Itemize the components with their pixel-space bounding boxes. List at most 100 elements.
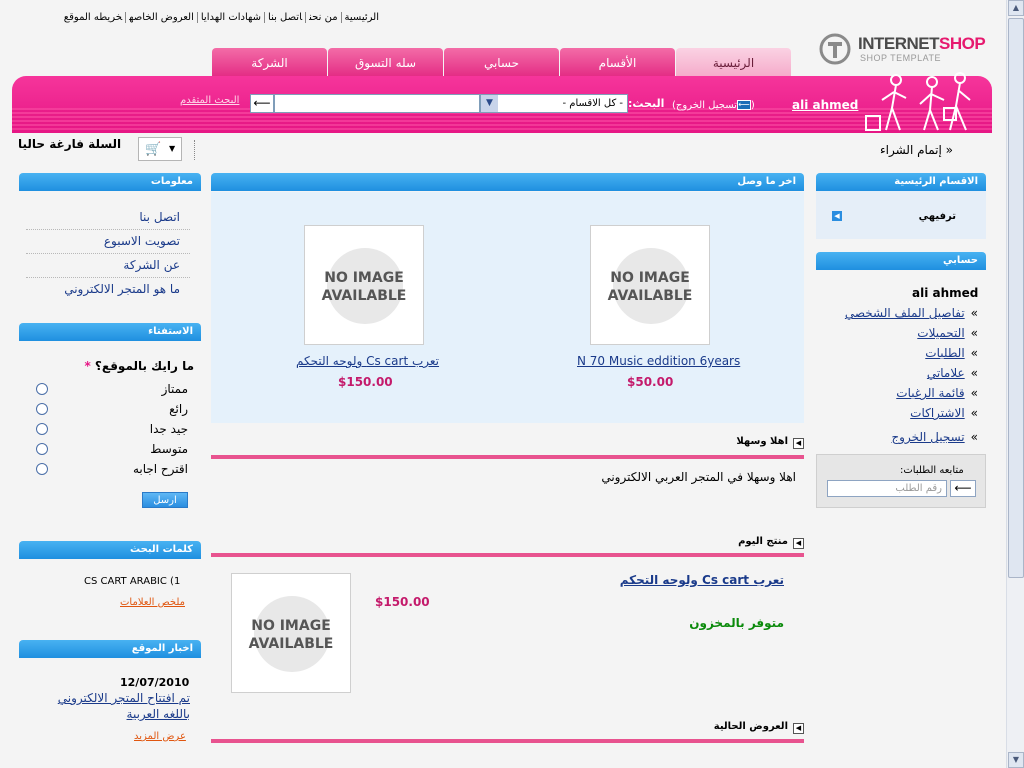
poll-panel-header: الاستفتاء: [19, 323, 201, 341]
info-link-weekly-poll[interactable]: تصويت الاسبوع: [26, 230, 190, 254]
account-link-profile[interactable]: »تفاصيل الملف الشخصي: [822, 303, 978, 323]
account-link-wishlist[interactable]: »قائمة الرغبات: [822, 383, 978, 403]
poll-option[interactable]: متوسط: [36, 442, 188, 458]
logout-arrow-icon: ⟵: [736, 100, 751, 110]
top-link-contact[interactable]: اتصل بنا: [264, 12, 306, 23]
account-link-downloads[interactable]: »التحميلات: [822, 323, 978, 343]
news-more-link[interactable]: عرض المزيد: [134, 731, 186, 742]
tags-summary-link[interactable]: ملخص العلامات: [120, 597, 185, 608]
collapse-toggle-icon[interactable]: ◀: [793, 538, 804, 549]
account-link-tags[interactable]: »علاماتي: [822, 363, 978, 383]
search-label: البحث:: [628, 97, 665, 110]
info-link-contact[interactable]: اتصل بنا: [26, 206, 190, 230]
top-link-sitemap[interactable]: خريطه الموقع: [61, 12, 125, 23]
radio-button[interactable]: [36, 463, 48, 475]
top-link-home[interactable]: الرئيسية: [340, 12, 382, 23]
collapse-toggle-icon[interactable]: ◀: [793, 438, 804, 449]
latest-products-box: [211, 192, 804, 423]
tab-cart[interactable]: سله التسوق: [328, 48, 443, 78]
order-tracking-label: متابعه الطلبات:: [900, 465, 964, 476]
logo-wordmark: INTERNETSHOP: [858, 34, 986, 53]
news-item-link[interactable]: تم افتتاح المتجر الالكتروني باللغه العرب…: [40, 690, 190, 722]
tab-home[interactable]: الرئيسية: [676, 48, 791, 78]
poll-option[interactable]: رائع: [36, 402, 188, 418]
chevron-left-icon: »: [970, 306, 978, 320]
vertical-scrollbar[interactable]: ▲ ▼: [1006, 0, 1024, 768]
section-divider: [211, 739, 804, 743]
tab-company[interactable]: الشركة: [212, 48, 327, 78]
account-links: »تفاصيل الملف الشخصي »التحميلات »الطلبات…: [822, 303, 978, 447]
poll-option[interactable]: اقترح اجابه: [36, 462, 188, 478]
shoppers-silhouette-icon: [865, 72, 971, 131]
main-tabs: الشركة سله التسوق حسابي الأقسام الرئيسية: [212, 48, 792, 78]
account-link-logout[interactable]: »تسجيل الخروج: [822, 427, 978, 447]
breadcrumb-chevron-icon: «: [945, 143, 953, 157]
daily-product-name-link[interactable]: تعرب Cs cart ولوحه التحكم: [560, 573, 784, 587]
breadcrumb-checkout[interactable]: إتمام الشراء: [880, 143, 942, 157]
poll-option[interactable]: جيد جدا: [36, 422, 188, 438]
product-image[interactable]: NO IMAGE AVAILABLE: [590, 225, 710, 345]
advanced-search-link[interactable]: البحث المتقدم: [180, 95, 239, 106]
site-logo[interactable]: INTERNETSHOP SHOP TEMPLATE: [818, 30, 1000, 68]
account-link-subscriptions[interactable]: »الاشتراكات: [822, 403, 978, 423]
cart-icon: 🛒: [145, 142, 162, 157]
product-name-link[interactable]: N 70 Music eddition 6years: [577, 354, 740, 368]
scroll-down-icon[interactable]: ▼: [1008, 752, 1024, 768]
tab-account[interactable]: حسابي: [444, 48, 559, 78]
tags-panel-header: كلمات البحث: [19, 541, 201, 559]
product-image[interactable]: NO IMAGE AVAILABLE: [304, 225, 424, 345]
account-panel-header: حسابي: [816, 252, 986, 270]
tag-link-cs-cart-arabic[interactable]: CS CART ARABIC: [84, 576, 167, 587]
top-link-special-offers[interactable]: العروض الخاصه: [125, 12, 197, 23]
tag-item: 1) CS CART ARABIC: [84, 576, 181, 587]
cart-empty-text: السلة فارغة حاليا: [18, 137, 122, 151]
logo-tagline: SHOP TEMPLATE: [860, 53, 942, 63]
poll-submit-button[interactable]: ارسل: [142, 492, 188, 508]
category-item-entertainment[interactable]: ترفيهي ◀: [832, 208, 964, 226]
product-price: $50.00: [627, 375, 674, 389]
daily-product-section-title: ◀ منتج اليوم: [211, 536, 804, 552]
product-name-link[interactable]: تعرب Cs cart ولوحه التحكم: [296, 354, 439, 368]
poll-option[interactable]: ممتاز: [36, 382, 188, 398]
header-logout[interactable]: (⟵تسجيل الخروج): [672, 100, 755, 111]
top-link-gift-certificates[interactable]: شهادات الهدايا: [196, 12, 265, 23]
scroll-up-icon[interactable]: ▲: [1008, 0, 1024, 16]
collapse-toggle-icon[interactable]: ◀: [793, 723, 804, 734]
cart-dropdown-button[interactable]: 🛒 ▼: [138, 137, 182, 161]
chevron-down-icon: ▼: [481, 95, 498, 112]
top-links: الرئيسيةمن نحناتصل بناشهادات الهداياالعر…: [16, 12, 382, 23]
product-image[interactable]: NO IMAGE AVAILABLE: [231, 573, 351, 693]
welcome-section-title: ◀ اهلا وسهلا: [211, 436, 804, 452]
expand-arrow-icon[interactable]: ◀: [832, 211, 842, 221]
category-select[interactable]: - كل الاقسام - ▼: [480, 94, 628, 113]
divider: [194, 140, 195, 160]
chevron-left-icon: »: [970, 326, 978, 340]
radio-button[interactable]: [36, 443, 48, 455]
section-divider: [211, 553, 804, 557]
caret-down-icon: ▼: [169, 144, 176, 153]
tab-categories[interactable]: الأقسام: [560, 48, 675, 78]
page: الرئيسيةمن نحناتصل بناشهادات الهداياالعر…: [0, 0, 1006, 768]
radio-button[interactable]: [36, 383, 48, 395]
news-date: 12/07/2010: [120, 676, 190, 689]
info-panel-header: معلومات: [19, 173, 201, 191]
info-link-about[interactable]: عن الشركة: [26, 254, 190, 278]
chevron-left-icon: »: [970, 346, 978, 360]
header-user-link[interactable]: ali ahmed: [792, 98, 858, 112]
section-divider: [211, 455, 804, 459]
categories-panel-header: الاقسام الرئيسية: [816, 173, 986, 191]
scrollbar-thumb[interactable]: [1008, 18, 1024, 578]
order-tracking-go-button[interactable]: ⟵: [950, 480, 976, 497]
top-link-about[interactable]: من نحن: [305, 12, 341, 23]
account-link-orders[interactable]: »الطلبات: [822, 343, 978, 363]
search-go-button[interactable]: ⟵: [250, 94, 274, 113]
radio-button[interactable]: [36, 423, 48, 435]
chevron-left-icon: »: [970, 386, 978, 400]
search-input[interactable]: [274, 94, 480, 113]
account-user-name: ali ahmed: [912, 286, 979, 300]
info-link-what-is-store[interactable]: ما هو المتجر الالكتروني: [26, 278, 190, 302]
chevron-left-icon: »: [970, 430, 978, 444]
radio-button[interactable]: [36, 403, 48, 415]
info-links: اتصل بنا تصويت الاسبوع عن الشركة ما هو ا…: [26, 206, 190, 302]
order-number-input[interactable]: رقم الطلب: [827, 480, 947, 497]
